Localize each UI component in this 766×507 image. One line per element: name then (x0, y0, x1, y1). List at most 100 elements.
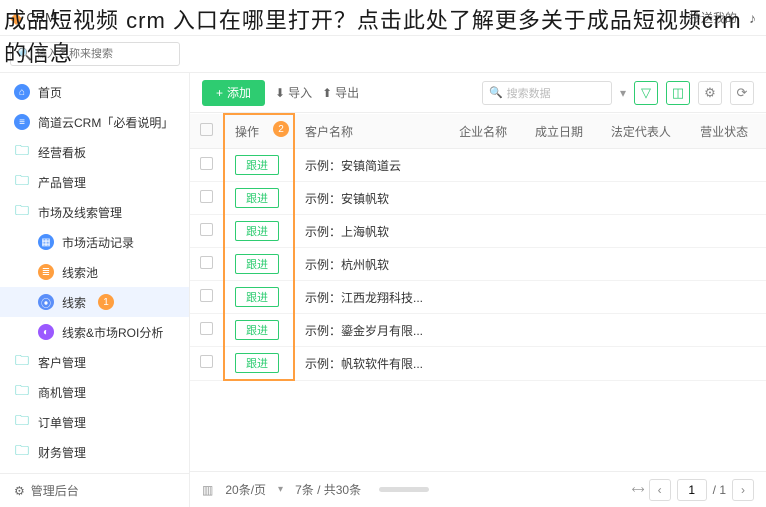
table-row[interactable]: 跟进示例：安镇帆软 (190, 182, 766, 215)
count-text: 7条 / 共30条 (295, 481, 361, 498)
scrollbar-handle[interactable] (379, 487, 429, 492)
table-row[interactable]: 跟进示例：江西龙翔科技... (190, 281, 766, 314)
header-name[interactable]: 客户名称 (294, 114, 449, 149)
row-checkbox[interactable] (200, 355, 213, 368)
badge-one: 1 (98, 294, 114, 310)
cell-name: 示例：帆软软件有限... (294, 347, 449, 381)
table-row[interactable]: 跟进示例：鎏金岁月有限... (190, 314, 766, 347)
cell-name: 示例：安镇简道云 (294, 149, 449, 182)
nav-home[interactable]: ⌂首页 (0, 77, 189, 107)
table-search[interactable]: 🔍搜索数据 (482, 81, 612, 105)
content: +添加 ⬇导入 ⬆导出 🔍搜索数据 ▾ ▽ ◫ ⚙ ⟳ 操作2 客户名称 (190, 73, 766, 507)
follow-button[interactable]: 跟进 (235, 254, 279, 274)
nav-order[interactable]: 🗀订单管理 (0, 407, 189, 437)
search-input[interactable] (36, 48, 178, 60)
prev-page-button[interactable]: ‹ (649, 479, 671, 501)
row-checkbox[interactable] (200, 157, 213, 170)
export-button[interactable]: ⬆导出 (322, 84, 359, 101)
table-row[interactable]: 跟进示例：上海帆软 (190, 215, 766, 248)
notification-icon[interactable]: ♪ (749, 10, 756, 26)
node-icon: ⦿ (38, 294, 54, 310)
nav-label: 首页 (38, 84, 62, 101)
follow-button[interactable]: 跟进 (235, 320, 279, 340)
follow-button[interactable]: 跟进 (235, 155, 279, 175)
layout-icon[interactable]: ▥ (202, 483, 213, 497)
nav-label: 财务管理 (38, 444, 86, 461)
header-status[interactable]: 营业状态 (690, 114, 766, 149)
settings-button[interactable]: ⚙ (698, 81, 722, 105)
table-row[interactable]: 跟进示例：帆软软件有限... (190, 347, 766, 381)
refresh-button[interactable]: ⟳ (730, 81, 754, 105)
follow-button[interactable]: 跟进 (235, 287, 279, 307)
nav-label: 客户管理 (38, 354, 86, 371)
search-icon: 🔍 (489, 86, 503, 99)
nav-roi[interactable]: ◐ 线索&市场ROI分析 (0, 317, 189, 347)
table-row[interactable]: 跟进示例：杭州帆软 (190, 248, 766, 281)
nav-label: 线索&市场ROI分析 (62, 324, 163, 341)
nav-label: 产品管理 (38, 174, 86, 191)
pagination: ⤢ ‹ / 1 › (633, 479, 754, 501)
calendar-icon: ▦ (38, 234, 54, 250)
folder-icon: 🗀 (14, 444, 30, 460)
nav-label: 商机管理 (38, 384, 86, 401)
view-button[interactable]: ◫ (666, 81, 690, 105)
header-legal[interactable]: 法定代表人 (601, 114, 690, 149)
nav-customer[interactable]: 🗀客户管理 (0, 347, 189, 377)
chart-icon: ◐ (38, 324, 54, 340)
add-button[interactable]: +添加 (202, 80, 265, 106)
row-checkbox[interactable] (200, 190, 213, 203)
import-label: 导入 (288, 84, 312, 101)
chevron-down-icon[interactable]: ▾ (620, 86, 626, 100)
follow-button[interactable]: 跟进 (235, 221, 279, 241)
chevron-down-icon[interactable]: ▾ (278, 484, 283, 495)
nav-label: 订单管理 (38, 414, 86, 431)
sidebar-search[interactable]: 🔍 (10, 42, 180, 66)
row-checkbox[interactable] (200, 223, 213, 236)
select-all-checkbox[interactable] (200, 123, 213, 136)
header-date[interactable]: 成立日期 (525, 114, 601, 149)
assign-label[interactable]: 抄送我的 (689, 9, 737, 26)
nav-market[interactable]: 🗀市场及线索管理 (0, 197, 189, 227)
nav-activity[interactable]: ▦市场活动记录 (0, 227, 189, 257)
table-row[interactable]: 跟进示例：安镇简道云 (190, 149, 766, 182)
row-checkbox[interactable] (200, 289, 213, 302)
import-button[interactable]: ⬇导入 (275, 84, 312, 101)
folder-icon: 🗀 (14, 384, 30, 400)
table-wrap: 操作2 客户名称 企业名称 成立日期 法定代表人 营业状态 跟进示例：安镇简道云… (190, 113, 766, 471)
cell-name: 示例：上海帆软 (294, 215, 449, 248)
table-body: 跟进示例：安镇简道云 跟进示例：安镇帆软 跟进示例：上海帆软 跟进示例：杭州帆软… (190, 149, 766, 381)
nav-product[interactable]: 🗀产品管理 (0, 167, 189, 197)
nav-dashboard[interactable]: 🗀经营看板 (0, 137, 189, 167)
toolbar: +添加 ⬇导入 ⬆导出 🔍搜索数据 ▾ ▽ ◫ ⚙ ⟳ (190, 73, 766, 113)
expand-icon[interactable]: ⤢ (629, 481, 646, 498)
nav: ⌂首页 ≡简道云CRM「必看说明」 🗀经营看板 🗀产品管理 🗀市场及线索管理 ▦… (0, 73, 189, 473)
follow-button[interactable]: 跟进 (235, 188, 279, 208)
search-icon: 🔍 (17, 47, 32, 61)
row-checkbox[interactable] (200, 322, 213, 335)
nav-label: 经营看板 (38, 144, 86, 161)
badge-two: 2 (273, 121, 289, 137)
page-input[interactable] (677, 479, 707, 501)
follow-button[interactable]: 跟进 (235, 353, 279, 373)
nav-finance[interactable]: 🗀 财务管理 (0, 437, 189, 467)
plus-icon: + (216, 86, 223, 100)
header-company[interactable]: 企业名称 (449, 114, 525, 149)
admin-link[interactable]: ⚙ 管理后台 (0, 473, 189, 507)
nav-guide[interactable]: ≡简道云CRM「必看说明」 (0, 107, 189, 137)
nav-opportunity[interactable]: 🗀 商机管理 (0, 377, 189, 407)
nav-leads[interactable]: ⦿ 线索 1 (0, 287, 189, 317)
page-size[interactable]: 20条/页 (225, 481, 266, 498)
table-header-row: 操作2 客户名称 企业名称 成立日期 法定代表人 营业状态 (190, 114, 766, 149)
nav-pool[interactable]: ≣线索池 (0, 257, 189, 287)
checkbox-header (190, 114, 224, 149)
total-pages: / 1 (713, 483, 726, 497)
sidebar: ⌂首页 ≡简道云CRM「必看说明」 🗀经营看板 🗀产品管理 🗀市场及线索管理 ▦… (0, 73, 190, 507)
filter-button[interactable]: ▽ (634, 81, 658, 105)
nav-label: 线索 (62, 294, 86, 311)
logo-icon: ◆ (10, 8, 22, 28)
data-table: 操作2 客户名称 企业名称 成立日期 法定代表人 营业状态 跟进示例：安镇简道云… (190, 113, 766, 381)
row-checkbox[interactable] (200, 256, 213, 269)
nav-label: 市场及线索管理 (38, 204, 122, 221)
next-page-button[interactable]: › (732, 479, 754, 501)
admin-label: 管理后台 (31, 482, 79, 499)
